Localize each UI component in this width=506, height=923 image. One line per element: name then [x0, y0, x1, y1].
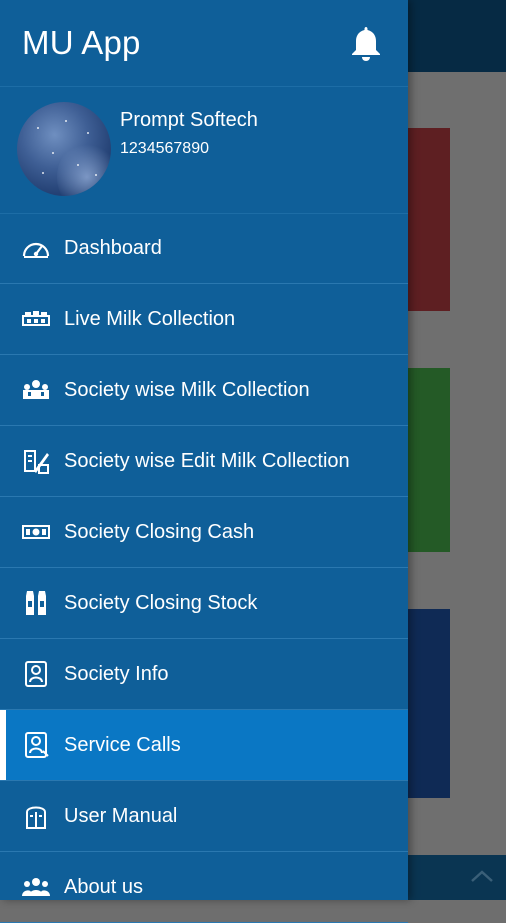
menu-label: Society Info	[64, 662, 169, 685]
manual-icon	[21, 801, 51, 831]
menu-item-user-manual[interactable]: User Manual	[0, 781, 408, 852]
menu-label: Society wise Edit Milk Collection	[64, 449, 350, 472]
drawer-menu: Dashboard Live Milk Collection Society w…	[0, 213, 408, 923]
group-milk-icon	[21, 375, 51, 405]
service-call-icon	[21, 730, 51, 760]
menu-item-society-wise-edit-milk-collection[interactable]: Society wise Edit Milk Collection	[0, 426, 408, 497]
menu-item-society-info[interactable]: Society Info	[0, 639, 408, 710]
menu-item-dashboard[interactable]: Dashboard	[0, 213, 408, 284]
menu-label: Live Milk Collection	[64, 307, 236, 330]
active-indicator	[0, 710, 6, 780]
background-card-green	[408, 368, 450, 552]
menu-label: Society Closing Stock	[64, 591, 258, 614]
background-card-blue	[408, 609, 450, 798]
menu-label: Service Calls	[64, 733, 181, 756]
chevron-up-icon[interactable]	[468, 862, 496, 890]
menu-label: Society wise Milk Collection	[64, 378, 310, 401]
milk-collection-icon	[21, 304, 51, 334]
user-name: Prompt Softech	[120, 109, 258, 131]
menu-item-service-calls[interactable]: Service Calls	[0, 710, 408, 781]
app-title: MU App	[22, 24, 141, 61]
bell-icon[interactable]	[350, 24, 382, 62]
speedometer-icon	[21, 233, 51, 263]
menu-label: About us	[64, 875, 143, 898]
menu-item-about-us[interactable]: About us	[0, 852, 408, 923]
edit-collection-icon	[21, 446, 51, 476]
cash-icon	[21, 517, 51, 547]
menu-label: User Manual	[64, 804, 178, 827]
stock-icon	[21, 588, 51, 618]
user-phone: 1234567890	[120, 140, 209, 157]
avatar[interactable]	[17, 102, 111, 196]
info-icon	[21, 659, 51, 689]
menu-item-society-closing-cash[interactable]: Society Closing Cash	[0, 497, 408, 568]
people-icon	[21, 872, 51, 902]
menu-label: Society Closing Cash	[64, 520, 255, 543]
menu-item-society-wise-milk-collection[interactable]: Society wise Milk Collection	[0, 355, 408, 426]
drawer-header: MU App	[0, 0, 408, 87]
menu-item-society-closing-stock[interactable]: Society Closing Stock	[0, 568, 408, 639]
menu-label: Dashboard	[64, 236, 162, 259]
background-card-red	[408, 128, 450, 311]
navigation-drawer: MU App Prompt Softech 1234567890 Dashboa…	[0, 0, 408, 923]
menu-item-live-milk-collection[interactable]: Live Milk Collection	[0, 284, 408, 355]
